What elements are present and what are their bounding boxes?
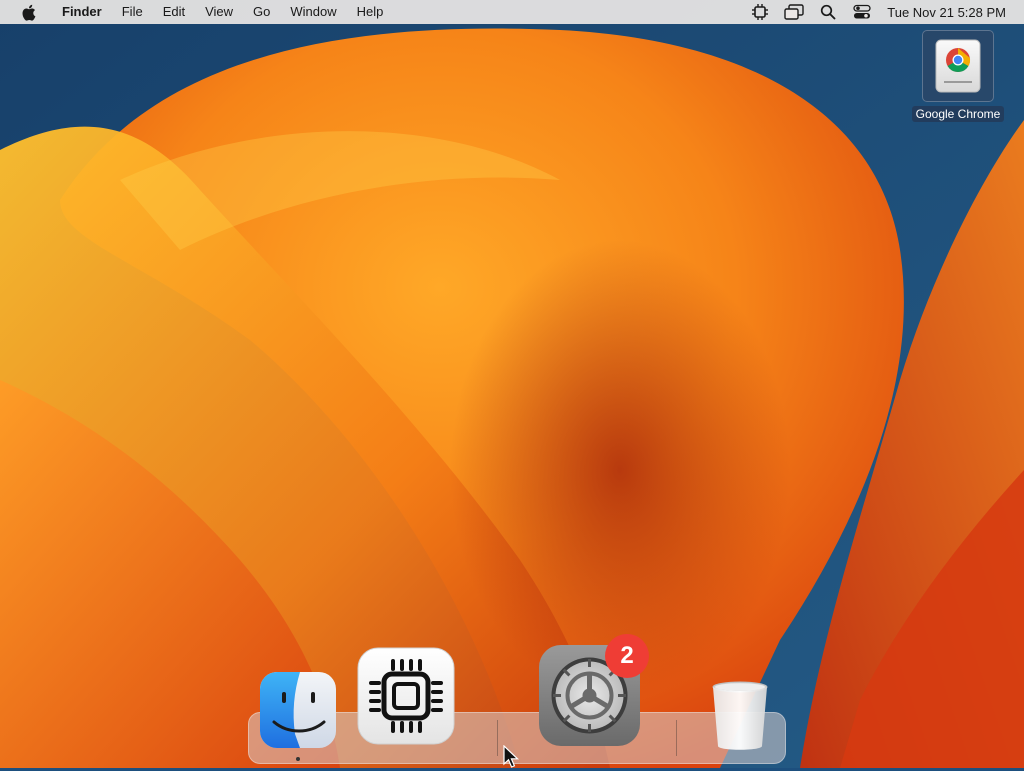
finder-running-indicator: [296, 757, 300, 761]
search-icon[interactable]: [811, 0, 845, 24]
apple-menu-icon[interactable]: [16, 4, 40, 21]
menu-edit[interactable]: Edit: [153, 0, 195, 24]
dock-cpu-chip-icon[interactable]: [357, 647, 455, 750]
menu-window[interactable]: Window: [280, 0, 346, 24]
dock-separator-trash: [676, 720, 677, 756]
menu-help[interactable]: Help: [347, 0, 394, 24]
desktop-wallpaper: [0, 0, 1024, 768]
cpu-icon[interactable]: [743, 0, 777, 24]
menu-app-name[interactable]: Finder: [52, 0, 112, 24]
dock-separator: [497, 720, 498, 756]
dock-trash-icon[interactable]: [710, 680, 770, 759]
menu-view[interactable]: View: [195, 0, 243, 24]
dock-finder-icon[interactable]: [260, 672, 336, 753]
control-center-icon[interactable]: [845, 0, 879, 24]
chrome-disk-icon[interactable]: [922, 30, 994, 102]
desktop-icon-google-chrome[interactable]: Google Chrome: [908, 30, 1008, 122]
menu-file[interactable]: File: [112, 0, 153, 24]
screen-mirroring-icon[interactable]: [777, 0, 811, 24]
desktop-icon-label: Google Chrome: [911, 106, 1005, 122]
menu-bar: Finder File Edit View Go Window Help Tue…: [0, 0, 1024, 24]
notification-badge: 2: [605, 634, 649, 678]
menu-go[interactable]: Go: [243, 0, 280, 24]
menu-clock[interactable]: Tue Nov 21 5:28 PM: [887, 5, 1006, 20]
mouse-cursor-icon: [503, 745, 520, 768]
